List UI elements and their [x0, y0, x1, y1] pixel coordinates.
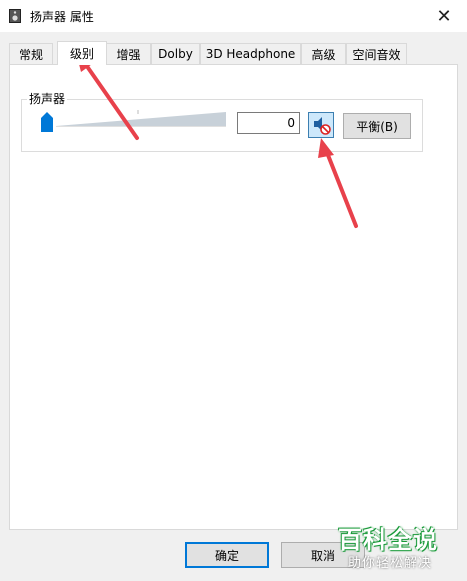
- watermark-sub-text: 助你轻松解决: [348, 556, 433, 571]
- watermark: 百科全说 助你轻松解决: [338, 520, 458, 576]
- annotation-arrows: [76, 52, 358, 228]
- watermark-main-text: 百科全说: [338, 526, 438, 554]
- tab-levels[interactable]: 级别: [57, 41, 107, 65]
- red-arrow: [318, 138, 358, 228]
